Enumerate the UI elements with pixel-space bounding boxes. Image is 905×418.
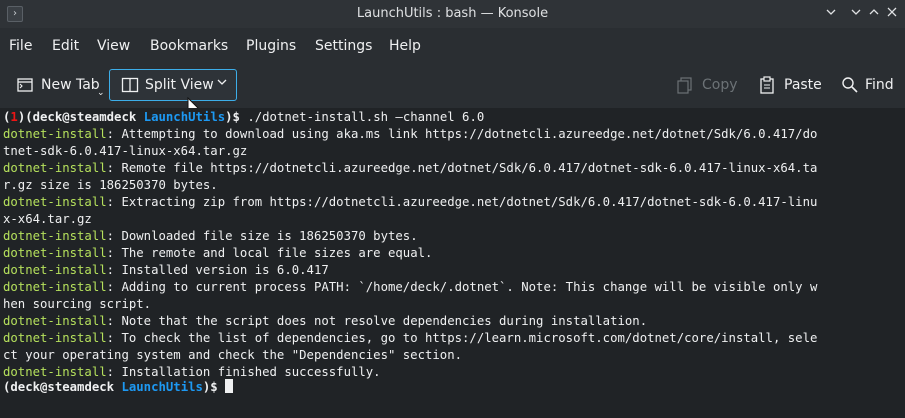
close-icon[interactable] xyxy=(883,5,901,23)
output-prefix: dotnet-install xyxy=(3,314,107,328)
output-text: : Extracting zip from https://dotnetcli.… xyxy=(106,195,818,209)
paste-icon xyxy=(758,76,776,94)
output-text: : Attempting to download using aka.ms li… xyxy=(106,127,818,141)
output-line: dotnet-install: Downloaded file size is … xyxy=(3,228,418,245)
output-text: tnet-sdk-6.0.417-linux-x64.tar.gz xyxy=(3,144,248,158)
output-line: dotnet-install: Remote file https://dotn… xyxy=(3,160,817,177)
output-prefix: dotnet-install xyxy=(3,246,107,260)
copy-label: Copy xyxy=(702,77,738,93)
minimize-icon[interactable] xyxy=(847,5,865,23)
output-text: : The remote and local file sizes are eq… xyxy=(106,246,433,260)
output-line: dotnet-install: Installed version is 6.0… xyxy=(3,262,329,279)
search-icon xyxy=(841,76,859,94)
output-line: dotnet-install: Note that the script doe… xyxy=(3,313,647,330)
chevron-down-icon xyxy=(216,76,228,92)
menu-view[interactable]: View xyxy=(97,38,130,54)
output-line: dotnet-install: To check the list of dep… xyxy=(3,330,817,347)
output-text: : Note that the script does not resolve … xyxy=(106,314,648,328)
output-text: : Adding to current process PATH: `/home… xyxy=(106,280,818,294)
toolbar: New Tab ⌄ Split View Copy Paste Find xyxy=(0,64,905,118)
output-prefix: dotnet-install xyxy=(3,229,107,243)
menu-bookmarks[interactable]: Bookmarks xyxy=(150,38,228,54)
prompt-user: deck@steamdeck xyxy=(32,110,137,124)
split-view-button[interactable]: Split View xyxy=(109,69,237,101)
output-prefix: dotnet-install xyxy=(3,195,107,209)
exit-code: 1 xyxy=(10,110,18,124)
paste-label: Paste xyxy=(784,77,822,93)
text-cursor xyxy=(225,379,234,393)
output-text: : Remote file https://dotnetcli.azureedg… xyxy=(106,161,818,175)
menu-settings[interactable]: Settings xyxy=(315,38,372,54)
keep-above-icon[interactable] xyxy=(822,5,840,23)
output-text: x-x64.tar.gz xyxy=(3,212,92,226)
find-label: Find xyxy=(865,77,894,93)
menu-help[interactable]: Help xyxy=(389,38,421,54)
copy-button[interactable]: Copy xyxy=(676,69,738,101)
prompt-user-current: deck@steamdeck xyxy=(10,380,115,394)
output-text: ct your operating system and check the "… xyxy=(3,348,463,362)
output-line: dotnet-install: Extracting zip from http… xyxy=(3,194,817,211)
menu-file[interactable]: File xyxy=(9,38,32,54)
output-text: : To check the list of dependencies, go … xyxy=(106,331,818,345)
output-prefix: dotnet-install xyxy=(3,331,107,345)
output-line: hen sourcing script. xyxy=(3,296,151,313)
split-view-icon xyxy=(121,76,139,94)
output-text: : Installed version is 6.0.417 xyxy=(106,263,329,277)
new-tab-label: New Tab xyxy=(41,77,100,93)
output-text: : Installation finished successfully. xyxy=(106,365,381,379)
new-tab-dropdown-icon[interactable]: ⌄ xyxy=(97,88,105,98)
output-line: dotnet-install: The remote and local fil… xyxy=(3,245,432,262)
new-tab-button[interactable]: New Tab ⌄ xyxy=(16,69,105,101)
copy-icon xyxy=(676,76,694,94)
window-title: LaunchUtils : bash — Konsole xyxy=(356,6,549,21)
output-prefix: dotnet-install xyxy=(3,127,107,141)
output-line: x-x64.tar.gz xyxy=(3,211,92,228)
menu-edit[interactable]: Edit xyxy=(52,38,79,54)
output-text: r.gz size is 186250370 bytes. xyxy=(3,178,218,192)
output-line: tnet-sdk-6.0.417-linux-x64.tar.gz xyxy=(3,143,247,160)
output-prefix: dotnet-install xyxy=(3,365,107,379)
split-view-label: Split View xyxy=(145,77,214,93)
menu-bar: File Edit View Bookmarks Plugins Setting… xyxy=(0,28,905,64)
output-line: ct your operating system and check the "… xyxy=(3,347,462,364)
terminal-view[interactable]: (1)(deck@steamdeck LaunchUtils)$ ./dotne… xyxy=(0,108,905,418)
output-prefix: dotnet-install xyxy=(3,161,107,175)
output-line: dotnet-install: Adding to current proces… xyxy=(3,279,817,296)
prompt-line: (1)(deck@steamdeck LaunchUtils)$ ./dotne… xyxy=(3,110,485,124)
prompt-cwd-current: LaunchUtils xyxy=(121,380,203,394)
output-line: r.gz size is 186250370 bytes. xyxy=(3,177,218,194)
output-line: dotnet-install: Attempting to download u… xyxy=(3,126,817,143)
output-prefix: dotnet-install xyxy=(3,280,107,294)
output-prefix: dotnet-install xyxy=(3,263,107,277)
menu-plugins[interactable]: Plugins xyxy=(246,38,296,54)
find-button[interactable]: Find xyxy=(841,69,894,101)
command-text: ./dotnet-install.sh –channel 6.0 xyxy=(247,110,485,124)
new-tab-icon xyxy=(16,75,36,95)
output-text: : Downloaded file size is 186250370 byte… xyxy=(106,229,418,243)
prompt-line-current: (deck@steamdeck LaunchUtils)$ xyxy=(3,379,234,396)
output-text: hen sourcing script. xyxy=(3,297,152,311)
maximize-icon[interactable] xyxy=(865,5,883,23)
title-bar: › LaunchUtils : bash — Konsole xyxy=(0,0,905,28)
prompt-cwd: LaunchUtils xyxy=(143,110,226,124)
paste-button[interactable]: Paste xyxy=(758,69,822,101)
